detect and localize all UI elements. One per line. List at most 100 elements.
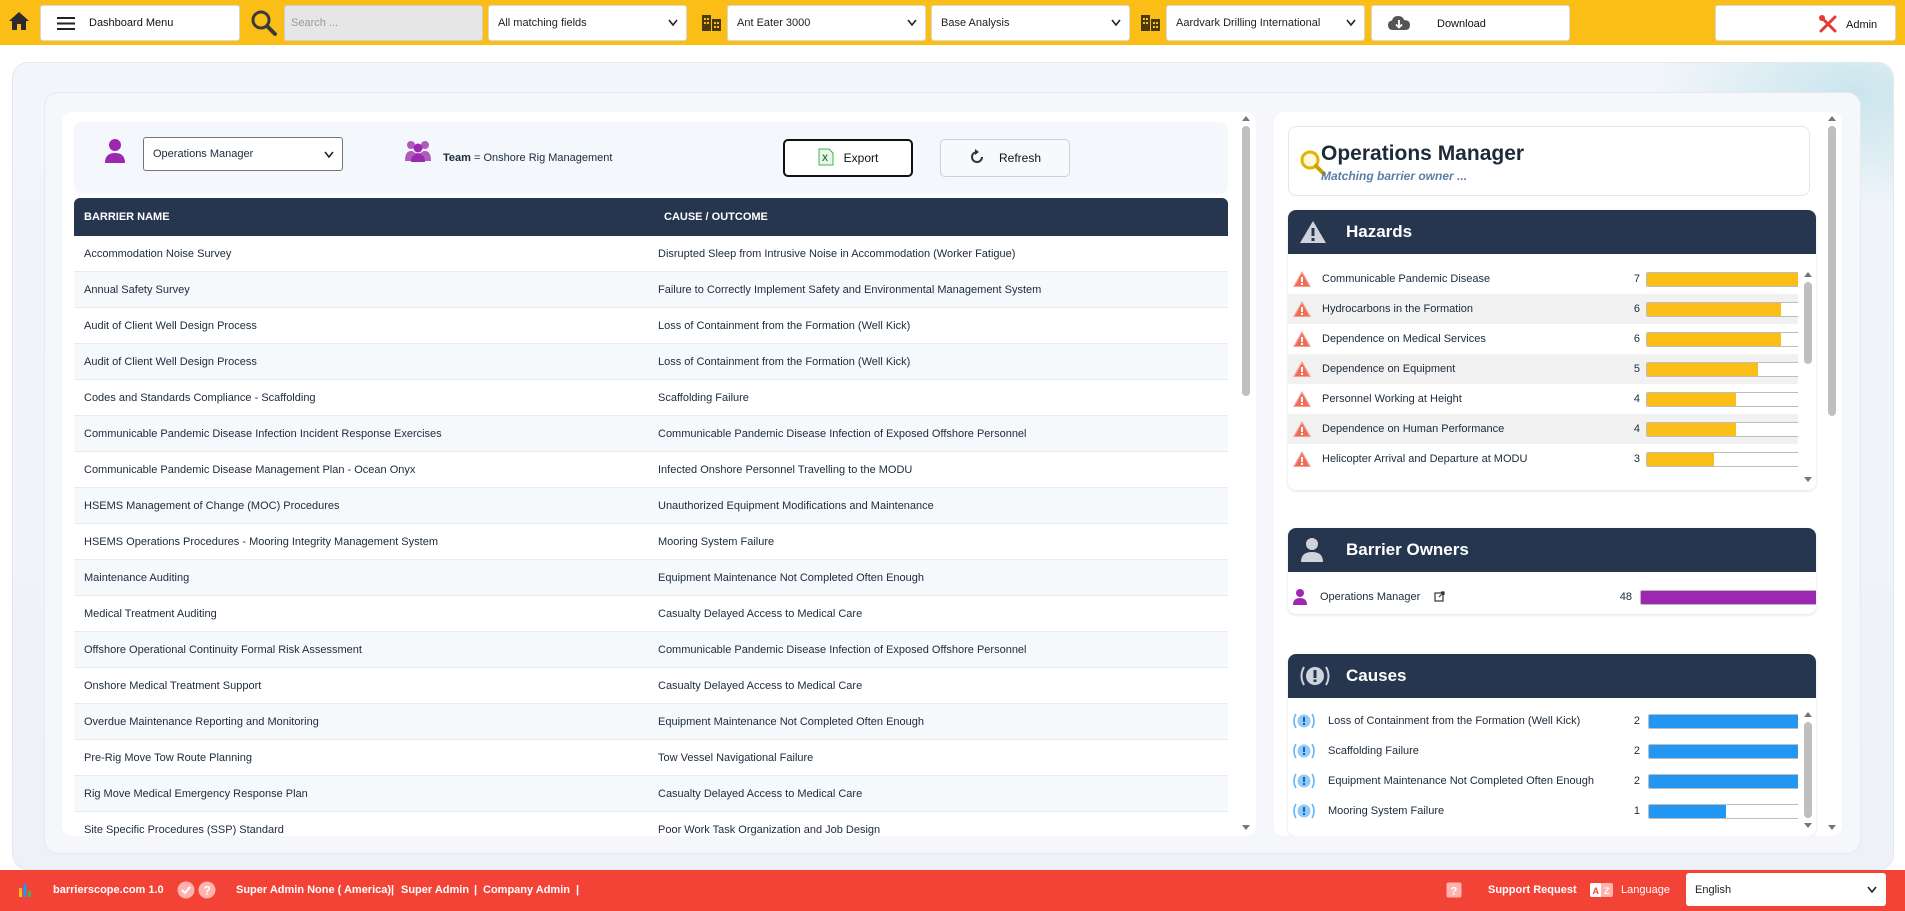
- hazard-item[interactable]: Hydrocarbons in the Formation 6: [1288, 294, 1798, 324]
- table-row[interactable]: Annual Safety Survey Failure to Correctly…: [74, 272, 1228, 308]
- hazards-title: Hazards: [1346, 222, 1413, 241]
- owner-select[interactable]: Operations Manager: [143, 137, 343, 171]
- table-row[interactable]: Site Specific Procedures (SSP) Standard P…: [74, 812, 1228, 836]
- admin-user-button[interactable]: Admin: [1715, 5, 1896, 41]
- search-input-wrapper: [284, 5, 483, 41]
- hazard-item[interactable]: Dependence on Medical Services 6: [1288, 324, 1798, 354]
- dashboard-menu-button[interactable]: Dashboard Menu: [40, 5, 240, 41]
- external-link-icon[interactable]: [1434, 591, 1445, 605]
- hazard-item-bar-fill: [1647, 333, 1781, 346]
- cause-item-count: 2: [1633, 715, 1640, 727]
- hazard-item[interactable]: Dependence on Equipment 5: [1288, 354, 1798, 384]
- footer-user-info[interactable]: Super Admin None ( America): [236, 884, 391, 896]
- scroll-down-icon[interactable]: [1804, 820, 1812, 832]
- language-label: Language: [1621, 884, 1670, 896]
- hazard-item-count: 7: [1633, 273, 1640, 285]
- table-row[interactable]: Communicable Pandemic Disease Management…: [74, 452, 1228, 488]
- installation-select[interactable]: Ant Eater 3000: [727, 5, 926, 41]
- cause-item[interactable]: Loss of Containment from the Formation (…: [1288, 706, 1798, 736]
- cause-item[interactable]: Scaffolding Failure 2: [1288, 736, 1798, 766]
- barrier-owners-list: Operations Manager 48: [1288, 582, 1816, 614]
- cause-item-label: Scaffolding Failure: [1328, 745, 1419, 757]
- right-panel-scrollbar[interactable]: [1828, 114, 1836, 834]
- home-icon[interactable]: [7, 10, 31, 35]
- scroll-down-icon[interactable]: [1828, 822, 1836, 834]
- export-button[interactable]: X Export: [783, 139, 913, 177]
- table-row[interactable]: Communicable Pandemic Disease Infection …: [74, 416, 1228, 452]
- causes-section: Causes Loss of Containment from the Form…: [1288, 654, 1816, 836]
- scroll-up-icon[interactable]: [1828, 114, 1836, 126]
- field-filter-select[interactable]: All matching fields: [488, 5, 687, 41]
- table-row[interactable]: Codes and Standards Compliance - Scaffol…: [74, 380, 1228, 416]
- scroll-up-icon[interactable]: [1804, 710, 1812, 722]
- hazard-item[interactable]: Personnel Working at Height 4: [1288, 384, 1798, 414]
- alert-circle-icon: [1298, 664, 1332, 693]
- refresh-icon: [969, 148, 985, 168]
- column-header-barrier-name[interactable]: Barrier Name: [74, 211, 654, 223]
- cause-item[interactable]: Equipment Maintenance Not Completed Ofte…: [1288, 766, 1798, 796]
- alert-circle-icon: [1292, 712, 1316, 733]
- table-row[interactable]: Pre-Rig Move Tow Route Planning Tow Vesse…: [74, 740, 1228, 776]
- footer-role-company-admin[interactable]: Company Admin: [483, 884, 570, 896]
- causes-scroll-thumb[interactable]: [1804, 722, 1812, 818]
- table-row[interactable]: Overdue Maintenance Reporting and Monito…: [74, 704, 1228, 740]
- table-row[interactable]: HSEMS Management of Change (MOC) Procedu…: [74, 488, 1228, 524]
- scroll-down-icon[interactable]: [1804, 474, 1812, 486]
- table-row[interactable]: Onshore Medical Treatment Support Casualt…: [74, 668, 1228, 704]
- search-input[interactable]: [285, 6, 482, 40]
- table-row[interactable]: HSEMS Operations Procedures - Mooring In…: [74, 524, 1228, 560]
- cause-outcome-cell: Mooring System Failure: [658, 535, 775, 548]
- left-scroll-thumb[interactable]: [1242, 126, 1250, 396]
- support-request-link[interactable]: Support Request: [1488, 884, 1577, 896]
- barrier-name-cell: Audit of Client Well Design Process: [84, 319, 257, 332]
- column-header-cause-outcome[interactable]: Cause / Outcome: [654, 211, 768, 223]
- scroll-down-icon[interactable]: [1242, 822, 1250, 834]
- barrier-owner-item-label: Operations Manager: [1320, 591, 1421, 603]
- barrier-name-cell: Site Specific Procedures (SSP) Standard: [84, 823, 284, 836]
- help-icon[interactable]: ?: [198, 881, 216, 902]
- cause-outcome-cell: Communicable Pandemic Disease Infection …: [658, 643, 1027, 656]
- hazard-item[interactable]: Dependence on Human Performance 4: [1288, 414, 1798, 444]
- refresh-button[interactable]: Refresh: [940, 139, 1070, 177]
- table-row[interactable]: Maintenance Auditing Equipment Maintenanc…: [74, 560, 1228, 596]
- check-icon[interactable]: [177, 881, 195, 902]
- alert-circle-icon: [1292, 742, 1316, 763]
- svg-text:X: X: [822, 153, 828, 163]
- table-row[interactable]: Audit of Client Well Design Process Loss …: [74, 344, 1228, 380]
- table-row[interactable]: Accommodation Noise Survey Disrupted Slee…: [74, 236, 1228, 272]
- owner-title-card: Operations Manager Matching barrier owne…: [1288, 126, 1810, 196]
- company-select[interactable]: Aardvark Drilling International: [1166, 5, 1365, 41]
- excel-icon: X: [818, 148, 834, 169]
- hazard-item-bar: [1646, 332, 1798, 347]
- hazard-item[interactable]: Helicopter Arrival and Departure at MODU…: [1288, 444, 1798, 474]
- right-scroll-thumb[interactable]: [1828, 126, 1836, 416]
- hazard-item-bar: [1646, 392, 1798, 407]
- language-select[interactable]: English: [1686, 873, 1886, 906]
- footer-role-super-admin[interactable]: Super Admin: [401, 884, 469, 896]
- cause-item[interactable]: Mooring System Failure 1: [1288, 796, 1798, 826]
- cause-outcome-cell: Casualty Delayed Access to Medical Care: [658, 787, 863, 800]
- table-row[interactable]: Medical Treatment Auditing Casualty Delay…: [74, 596, 1228, 632]
- table-row[interactable]: Offshore Operational Continuity Formal R…: [74, 632, 1228, 668]
- team-label: Team = Onshore Rig Management: [443, 152, 612, 164]
- barrier-name-cell: Annual Safety Survey: [84, 283, 190, 296]
- table-row[interactable]: Rig Move Medical Emergency Response Plan…: [74, 776, 1228, 812]
- footer-brand[interactable]: barrierscope.com 1.0: [53, 884, 164, 896]
- barrier-name-cell: Rig Move Medical Emergency Response Plan: [84, 787, 308, 800]
- cause-item-bar: [1648, 804, 1798, 819]
- barrier-owners-title: Barrier Owners: [1346, 540, 1469, 559]
- scroll-up-icon[interactable]: [1242, 114, 1250, 126]
- barrier-name-cell: Accommodation Noise Survey: [84, 247, 232, 260]
- table-row[interactable]: Audit of Client Well Design Process Loss …: [74, 308, 1228, 344]
- causes-scrollbar[interactable]: [1804, 710, 1812, 832]
- help-icon[interactable]: ?: [1446, 882, 1462, 901]
- analysis-select[interactable]: Base Analysis: [931, 5, 1130, 41]
- barrier-owner-item[interactable]: Operations Manager 48: [1288, 582, 1816, 612]
- left-panel-scrollbar[interactable]: [1242, 114, 1250, 834]
- warning-icon: [1292, 420, 1312, 441]
- download-button[interactable]: Download: [1371, 5, 1570, 41]
- hazard-item[interactable]: Communicable Pandemic Disease 7: [1288, 264, 1798, 294]
- hazards-scroll-thumb[interactable]: [1804, 282, 1812, 364]
- scroll-up-icon[interactable]: [1804, 270, 1812, 282]
- hazards-scrollbar[interactable]: [1804, 270, 1812, 486]
